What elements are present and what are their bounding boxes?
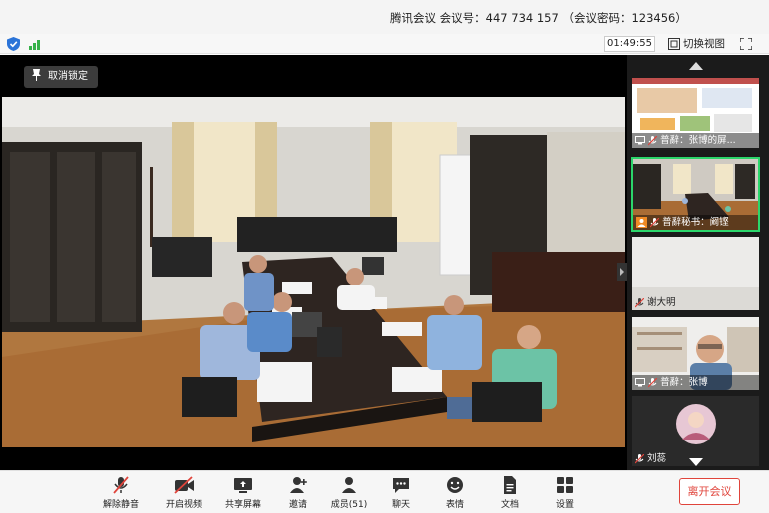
participant-name: 谢大明 (647, 297, 676, 308)
participant-tile-active[interactable]: 普辭秘书：阚铿 (631, 157, 760, 232)
participant-name: 刘蕊 (647, 453, 667, 464)
documents-button[interactable]: 文档 (483, 475, 537, 510)
mic-muted-icon (635, 453, 644, 463)
fullscreen-icon[interactable] (740, 38, 752, 50)
start-video-button[interactable]: 开启视频 (157, 475, 211, 510)
participant-name: 普辭：张博的屏... (660, 135, 736, 146)
add-user-icon (290, 477, 307, 493)
switch-view-button[interactable]: 切换视图 (668, 36, 725, 52)
chat-button[interactable]: 聊天 (374, 475, 428, 510)
unmute-label: 解除静音 (102, 500, 139, 510)
main-video-stage[interactable]: 取消锁定 (0, 55, 627, 470)
settings-button[interactable]: 设置 (538, 475, 592, 510)
chat-label: 聊天 (391, 500, 410, 510)
participant-tile[interactable]: 刘蕊 (632, 396, 759, 466)
invite-button[interactable]: 邀请 (271, 475, 325, 510)
meeting-room-video (2, 97, 625, 447)
participant-caption: 普辭秘书：阚铿 (633, 215, 758, 230)
participant-caption: 普辭：张博 (632, 375, 759, 390)
screen-share-icon (635, 378, 645, 387)
participant-name: 普辭秘书：阚铿 (662, 217, 729, 228)
bottom-toolbar: 解除静音 开启视频 共享屏幕 邀请 成员(51) 聊天 表情 文档 设置 离开会… (0, 470, 769, 513)
meeting-title: 腾讯会议 会议号：447 734 157 （会议密码：123456） (390, 11, 687, 25)
screen-share-icon (635, 136, 645, 145)
participant-tile[interactable]: 普辭：张博的屏... (632, 78, 759, 148)
settings-grid-icon (557, 477, 573, 493)
share-screen-button[interactable]: 共享屏幕 (216, 475, 270, 510)
participant-caption: 谢大明 (632, 295, 759, 310)
leave-meeting-button[interactable]: 离开会议 (679, 478, 740, 505)
mic-muted-icon (648, 377, 658, 387)
pin-icon (32, 69, 41, 81)
mic-muted-icon (650, 217, 660, 227)
participant-name: 普辭：张博 (660, 377, 708, 388)
unlock-button[interactable]: 取消锁定 (24, 66, 98, 88)
participant-caption: 普辭：张博的屏... (632, 133, 759, 148)
reaction-button[interactable]: 表情 (428, 475, 482, 510)
reaction-label: 表情 (445, 500, 464, 510)
emoji-icon (447, 477, 463, 493)
switch-view-label: 切换视图 (683, 38, 725, 50)
scroll-up-arrow[interactable] (689, 62, 703, 70)
participant-tile[interactable]: 普辭：张博 (632, 317, 759, 390)
start-video-label: 开启视频 (165, 500, 202, 510)
share-screen-icon (234, 478, 252, 493)
settings-label: 设置 (555, 500, 574, 510)
shield-icon[interactable] (7, 37, 20, 51)
participant-tile[interactable]: 谢大明 (632, 237, 759, 310)
info-bar: 01:49:55 切换视图 (0, 34, 769, 54)
collapse-sidebar-button[interactable] (617, 263, 627, 281)
grid-view-icon (668, 38, 680, 50)
signal-strength-icon[interactable] (29, 38, 43, 50)
unlock-label: 取消锁定 (48, 71, 88, 82)
document-icon (504, 476, 516, 494)
mic-muted-icon (113, 476, 129, 494)
members-icon (342, 477, 356, 493)
share-screen-label: 共享屏幕 (224, 500, 261, 510)
title-bar: 腾讯会议 会议号：447 734 157 （会议密码：123456） (0, 0, 769, 34)
members-label: 成员(51) (330, 500, 368, 510)
mic-muted-icon (648, 135, 658, 145)
avatar-icon (636, 217, 647, 228)
members-button[interactable]: 成员(51) (322, 475, 376, 510)
scroll-down-arrow[interactable] (689, 458, 703, 466)
camera-off-icon (174, 476, 194, 494)
mic-muted-icon (635, 297, 644, 307)
unmute-button[interactable]: 解除静音 (94, 475, 148, 510)
meeting-timer: 01:49:55 (604, 36, 655, 52)
invite-label: 邀请 (288, 500, 307, 510)
documents-label: 文档 (500, 500, 519, 510)
chat-icon (393, 478, 409, 493)
